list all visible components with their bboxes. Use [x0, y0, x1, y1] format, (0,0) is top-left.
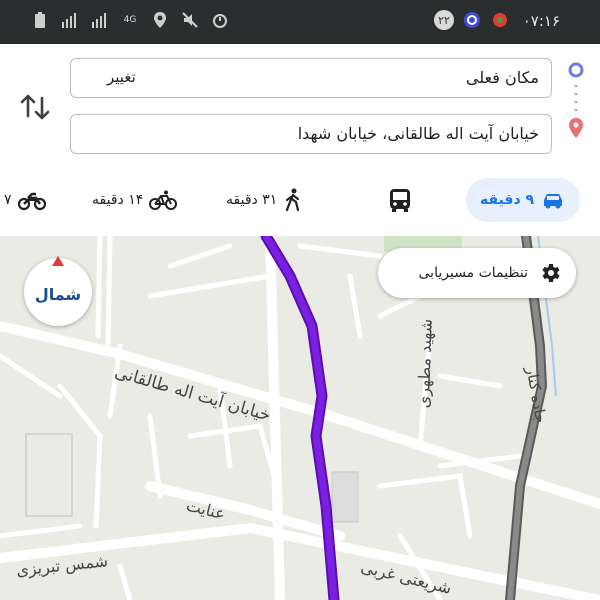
mode-bike[interactable]: ۱۴ دقیقه — [92, 178, 178, 222]
status-left-icons: 4G — [30, 10, 230, 30]
location-icon — [150, 10, 170, 30]
status-time: ۰۷:۱۶ — [522, 12, 560, 30]
swap-directions-button[interactable] — [18, 90, 52, 124]
motorcycle-icon — [17, 192, 46, 211]
map-view[interactable]: خیابان آیت اله طالقانی شهید مطهری عنایت … — [0, 236, 600, 600]
origin-field[interactable]: تغییر مکان فعلی — [70, 58, 552, 98]
battery-icon — [30, 10, 50, 30]
notification-badge: ۲۲ — [434, 10, 454, 30]
app-notification-icon — [462, 10, 482, 30]
mode-car[interactable]: ۹ دقیقه — [466, 178, 581, 222]
route-settings-label: تنظیمات مسیریابی — [418, 265, 528, 281]
maps-notification-icon — [490, 10, 510, 30]
origin-change-link[interactable]: تغییر — [107, 68, 136, 86]
alarm-icon — [210, 10, 230, 30]
swap-icon — [20, 94, 50, 120]
mute-icon — [180, 10, 200, 30]
travel-modes: ۹ دقیقه ۳۱ دقیقه ۱۴ دقیقه ۷ — [0, 172, 600, 228]
signal-icon — [60, 10, 80, 30]
destination-value: خیابان آیت اله طالقانی، خیابان شهدا — [297, 124, 539, 143]
car-icon — [544, 194, 563, 209]
gear-icon — [542, 264, 560, 282]
route-settings-button[interactable]: تنظیمات مسیریابی — [378, 248, 576, 298]
mode-bike-time: ۱۴ دقیقه — [92, 192, 144, 208]
mode-car-time: ۹ دقیقه — [480, 192, 535, 208]
street-label-motahari: شهید مطهری — [413, 318, 436, 409]
status-bar: 4G ۲۲ ۰۷:۱۶ — [0, 0, 600, 44]
signal-icon-2 — [90, 10, 110, 30]
status-right-icons: ۲۲ — [434, 10, 510, 30]
route-endpoints-icon — [568, 62, 584, 138]
compass-label: شمال — [34, 284, 82, 304]
bike-icon — [149, 190, 178, 210]
bus-icon — [390, 189, 410, 212]
compass-button[interactable]: شمال — [24, 256, 92, 326]
mode-walk[interactable]: ۳۱ دقیقه — [226, 178, 303, 222]
network-4g-icon: 4G — [120, 10, 140, 30]
mode-motorcycle[interactable]: ۷ — [4, 178, 46, 222]
north-arrow-icon — [52, 256, 64, 266]
mode-walk-time: ۳۱ دقیقه — [226, 192, 278, 208]
origin-value: مکان فعلی — [465, 68, 539, 87]
mode-transit[interactable] — [386, 178, 414, 222]
walk-icon — [286, 188, 300, 212]
destination-field[interactable]: خیابان آیت اله طالقانی، خیابان شهدا — [70, 114, 552, 154]
directions-panel: تغییر مکان فعلی خیابان آیت اله طالقانی، … — [0, 44, 600, 236]
network-label: 4G — [123, 14, 137, 25]
mode-motorcycle-time: ۷ — [4, 192, 12, 208]
